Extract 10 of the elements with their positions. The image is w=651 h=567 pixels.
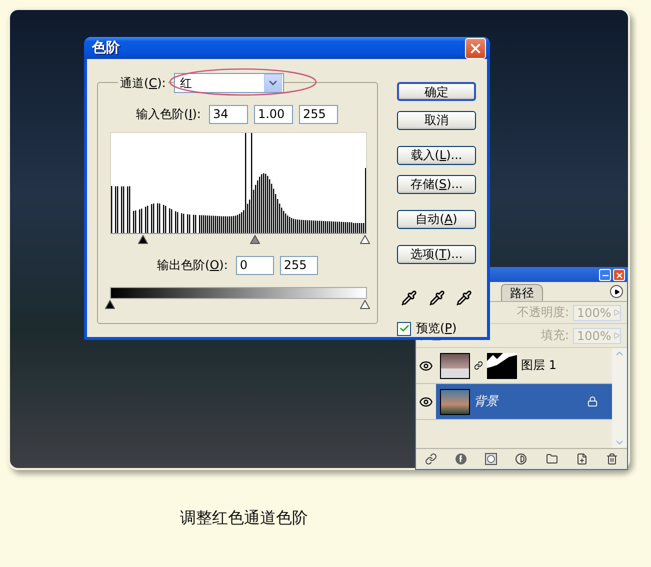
output-levels-label: 输出色阶(O):: [155, 257, 230, 274]
input-levels-label: 输入色阶(I):: [134, 106, 203, 123]
channel-label: 通道(C):: [118, 74, 168, 92]
layer-name: 图层 1: [521, 357, 558, 374]
fill-label: 填充:: [540, 327, 569, 344]
caption: 调整红色通道色阶: [180, 508, 309, 529]
window-title: 色阶: [92, 39, 120, 57]
preview-label: 预览(P): [414, 320, 459, 337]
opacity-label: 不透明度:: [516, 304, 569, 321]
layer-name: 背景: [474, 393, 500, 410]
